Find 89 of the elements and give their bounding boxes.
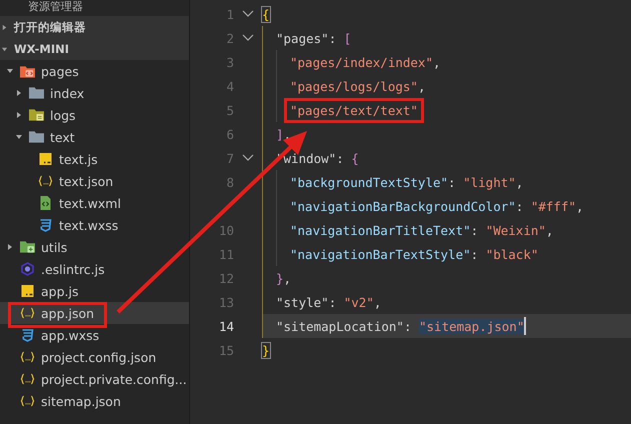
code-token: } <box>262 342 270 358</box>
line-number: 12 <box>218 270 234 286</box>
braces-icon <box>20 306 35 320</box>
code-token: "pages/index/index" <box>290 54 433 70</box>
tree-item[interactable]: app.js <box>0 280 189 302</box>
tree-item[interactable]: app.wxss <box>0 324 189 346</box>
code-token: , <box>576 198 584 214</box>
code-token: , <box>516 174 524 190</box>
fold-chevron-icon[interactable] <box>242 154 254 162</box>
css-icon <box>38 218 53 232</box>
code-token: "#fff" <box>530 198 576 214</box>
tree-item[interactable]: text <box>0 126 189 148</box>
line-number: 11 <box>218 246 234 262</box>
line-number: 4 <box>225 78 234 94</box>
line-number: 2 <box>225 30 234 46</box>
code-token: "navigationBarTitleText" <box>290 222 471 238</box>
line-number: 1 <box>225 6 234 22</box>
line-number: 5 <box>225 102 234 118</box>
line-number: 6 <box>225 126 234 142</box>
code-token: : <box>516 198 524 214</box>
line-number: 3 <box>225 54 234 70</box>
code-token: : <box>470 222 480 238</box>
folder-icon <box>29 86 44 100</box>
tree-item[interactable]: pages <box>0 60 189 82</box>
folder-icon <box>20 240 35 254</box>
code-token: : <box>328 30 338 46</box>
line-number: 14 <box>218 318 234 334</box>
tree-item[interactable]: logs <box>0 104 189 126</box>
code-token: "v2" <box>344 294 374 310</box>
code-token: "black" <box>486 246 538 262</box>
code-token: , <box>546 222 554 238</box>
panel-title: 资源管理器 <box>27 0 84 15</box>
fold-chevron-icon[interactable] <box>242 10 254 18</box>
tree-item[interactable]: sitemap.json <box>0 390 189 412</box>
tree-item[interactable]: text.js <box>0 148 189 170</box>
code-token: : <box>404 318 412 334</box>
tree-item[interactable]: index <box>0 82 189 104</box>
tree-item[interactable]: text.wxml <box>0 192 189 214</box>
tree-item[interactable]: .eslintrc.js <box>0 258 189 280</box>
js-file-icon <box>20 284 35 298</box>
code-token: "navigationBarTextStyle" <box>290 246 471 262</box>
braces-icon <box>20 350 35 364</box>
code-token: , <box>284 270 292 286</box>
code-token: "style" <box>276 294 329 310</box>
code-token: "pages" <box>276 30 329 46</box>
line-number: 13 <box>218 294 234 310</box>
code-token: : <box>448 174 457 190</box>
code-token: "backgroundTextStyle" <box>290 174 448 190</box>
code-token: [ <box>344 30 352 46</box>
folder-icon <box>20 64 35 78</box>
line-number: 8 <box>225 174 234 190</box>
folder-icon <box>29 130 44 144</box>
code-token: : <box>336 150 345 166</box>
code-token: : <box>328 294 338 310</box>
code-token: { <box>351 150 359 166</box>
css-icon <box>20 328 35 342</box>
braces-icon <box>38 174 53 188</box>
code-token: } <box>276 270 284 286</box>
fold-chevron-icon[interactable] <box>242 34 254 42</box>
tree-item[interactable]: text.wxss <box>0 214 189 236</box>
code-token: , <box>374 294 382 310</box>
code-token: "sitemapLocation" <box>276 318 404 334</box>
code-token: ] <box>276 126 284 142</box>
code-token: "pages/text/text" <box>290 102 418 118</box>
tree-item[interactable]: utils <box>0 236 189 258</box>
tree-item[interactable]: project.config.json <box>0 346 189 368</box>
text-cursor <box>524 317 526 335</box>
section-header[interactable]: 打开的编辑器 <box>0 16 189 38</box>
hexagon-icon <box>20 262 35 276</box>
line-number: 15 <box>218 342 234 358</box>
code-token: "sitemap.json" <box>419 318 524 334</box>
braces-icon <box>20 372 35 386</box>
code-token: : <box>470 246 480 262</box>
code-token: { <box>262 6 270 22</box>
folder-icon <box>29 108 44 122</box>
js-file-icon <box>38 152 53 166</box>
code-token: , <box>418 78 426 94</box>
line-number: 10 <box>218 222 234 238</box>
line-number: 7 <box>225 150 234 166</box>
tree-item[interactable]: project.private.config... <box>0 368 189 390</box>
section-header[interactable]: WX-MINI <box>0 38 189 60</box>
code-token: "pages/logs/logs" <box>290 78 418 94</box>
code-token: "navigationBarBackgroundColor" <box>290 198 516 214</box>
tree-item[interactable]: text.json <box>0 170 189 192</box>
code-token: "light" <box>463 174 516 190</box>
code-token: , <box>433 54 441 70</box>
code-token: "Weixin" <box>486 222 546 238</box>
braces-icon <box>20 394 35 408</box>
file-icon <box>38 196 53 210</box>
